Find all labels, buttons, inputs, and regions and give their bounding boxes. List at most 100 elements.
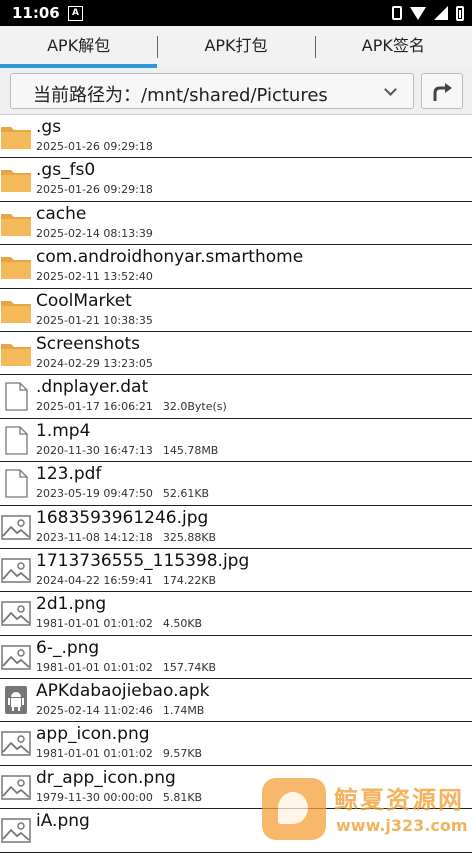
image-icon [0,772,32,802]
file-row[interactable]: .gs 2025-01-26 09:29:18 [0,115,472,159]
file-meta: 2025-01-21 10:38:35 [36,314,153,327]
file-size: 4.50KB [162,617,203,631]
file-date: 2024-02-29 13:23:05 [36,356,153,370]
watermark-url: www.j323.com [336,816,468,835]
file-size: 9.57KB [162,747,203,761]
file-icon [0,425,32,455]
wifi-icon [410,6,426,20]
image-icon [0,642,32,672]
tab-apk-pack[interactable]: APK打包 [157,26,314,68]
file-row[interactable]: 6-_.png 1981-01-01 01:01:02 157.74KB [0,636,472,680]
file-name: iA.png [36,811,90,832]
folder-icon [0,208,32,238]
file-name: .gs [36,117,62,137]
file-name: 1713736555_115398.jpg [36,550,250,571]
battery-icon [456,5,464,21]
path-bar: 当前路径为：/mnt/shared/Pictures [0,68,472,115]
file-date: 2024-04-22 16:59:41 [36,573,153,587]
parent-directory-button[interactable] [421,73,463,109]
folder-icon [0,295,32,325]
file-row[interactable]: app_icon.png 1981-01-01 01:01:02 9.57KB [0,722,472,766]
image-icon [0,598,32,628]
folder-icon [0,121,32,151]
file-date: 1981-01-01 01:01:02 [36,660,153,674]
file-row[interactable]: .dnplayer.dat 2025-01-17 16:06:21 32.0Byte… [0,375,472,419]
file-meta: 2025-01-26 09:29:18 [36,140,153,153]
file-meta: 2025-02-14 11:02:46 1.74MB [36,704,204,717]
file-size: 325.88KB [162,530,217,544]
file-row[interactable]: Screenshots 2024-02-29 13:23:05 [0,332,472,376]
file-row[interactable]: 1683593961246.jpg 2023-11-08 14:12:18 325.… [0,506,472,549]
file-meta: 2024-02-29 13:23:05 [36,357,153,370]
file-meta: 2023-11-08 14:12:18 325.88KB [36,531,216,544]
file-date: 2025-02-14 08:13:39 [36,226,153,240]
file-name: CoolMarket [36,290,132,311]
chevron-down-icon [384,83,397,96]
status-time: 11:06 [12,4,60,22]
current-path-label: 当前路径为：/mnt/shared/Pictures [33,85,328,106]
file-size: 174.22KB [162,573,217,587]
file-size: 145.78MB [162,443,219,457]
file-row[interactable]: com.androidhonyar.smarthome 2025-02-11 13… [0,245,472,289]
file-meta: 1981-01-01 01:01:02 157.74KB [36,661,216,674]
watermark: 鲸夏资源网 www.j323.com [262,778,472,840]
file-row[interactable]: 2d1.png 1981-01-01 01:01:02 4.50KB [0,592,472,636]
file-name: 123.pdf [36,464,102,485]
file-size: 5.81KB [162,790,203,804]
file-row[interactable]: cache 2025-02-14 08:13:39 [0,202,472,246]
file-meta: 2025-01-26 09:29:18 [36,183,153,196]
file-date: 2025-01-21 10:38:35 [36,313,153,327]
file-name: 6-_.png [36,637,100,658]
path-dropdown[interactable]: 当前路径为：/mnt/shared/Pictures [10,73,414,109]
file-row[interactable]: 1.mp4 2020-11-30 16:47:13 145.78MB [0,419,472,463]
up-arrow-icon [433,83,452,101]
file-meta: 1981-01-01 01:01:02 4.50KB [36,617,202,630]
file-name: APKdabaojiebao.apk [36,681,210,702]
file-date: 1981-01-01 01:01:02 [36,747,153,761]
file-name: Screenshots [36,333,141,354]
file-date: 2025-01-26 09:29:18 [36,140,153,153]
file-row[interactable]: .gs_fs0 2025-01-26 09:29:18 [0,158,472,202]
file-name: 1683593961246.jpg [36,507,209,528]
image-icon [0,512,32,542]
tab-bar: APK解包 APK打包 APK签名 [0,26,472,68]
file-name: com.androidhonyar.smarthome [36,247,304,268]
folder-icon [0,164,32,194]
file-date: 1979-11-30 00:00:00 [36,790,153,804]
file-meta: 1979-11-30 00:00:00 5.81KB [36,791,202,804]
file-date: 2023-05-19 09:47:50 [36,487,153,501]
file-name: cache [36,203,87,224]
status-bar: 11:06 A [0,0,472,26]
file-date: 2020-11-30 16:47:13 [36,443,153,457]
file-date: 1981-01-01 01:01:02 [36,617,153,631]
watermark-logo [262,778,326,840]
file-date: 2025-01-26 09:29:18 [36,183,153,197]
file-row[interactable]: CoolMarket 2025-01-21 10:38:35 [0,289,472,332]
tab-apk-unpack[interactable]: APK解包 [0,26,158,68]
file-row[interactable]: 1713736555_115398.jpg 2024-04-22 16:59:41… [0,549,472,593]
file-name: app_icon.png [36,724,150,745]
vibrate-icon [392,6,402,20]
file-name: 1.mp4 [36,420,91,441]
tab-apk-sign[interactable]: APK签名 [314,26,472,68]
file-meta: 2024-04-22 16:59:41 174.22KB [36,574,216,587]
file-row[interactable]: 123.pdf 2023-05-19 09:47:50 52.61KB [0,462,472,506]
notification-icon: A [68,6,83,21]
file-date: 2025-02-11 13:52:40 [36,270,153,284]
file-size: 32.0Byte(s) [162,400,227,414]
file-icon [0,468,32,498]
image-icon [0,555,32,585]
file-size: 52.61KB [162,487,210,501]
file-name: .dnplayer.dat [36,377,149,398]
file-name: .gs_fs0 [36,160,96,181]
android-icon [0,685,32,715]
file-meta: 2025-02-11 13:52:40 [36,270,153,283]
file-date: 2025-02-14 11:02:46 [36,704,153,718]
file-list: .gs 2025-01-26 09:29:18 .gs_fs0 2025-01-26 … [0,115,472,853]
file-row[interactable]: APKdabaojiebao.apk 2025-02-14 11:02:46 1.7… [0,679,472,723]
watermark-title: 鲸夏资源网 [334,786,464,814]
file-meta: 2020-11-30 16:47:13 145.78MB [36,444,218,457]
file-name: dr_app_icon.png [36,767,176,788]
file-meta: 2025-01-17 16:06:21 32.0Byte(s) [36,400,227,413]
image-icon [0,728,32,758]
